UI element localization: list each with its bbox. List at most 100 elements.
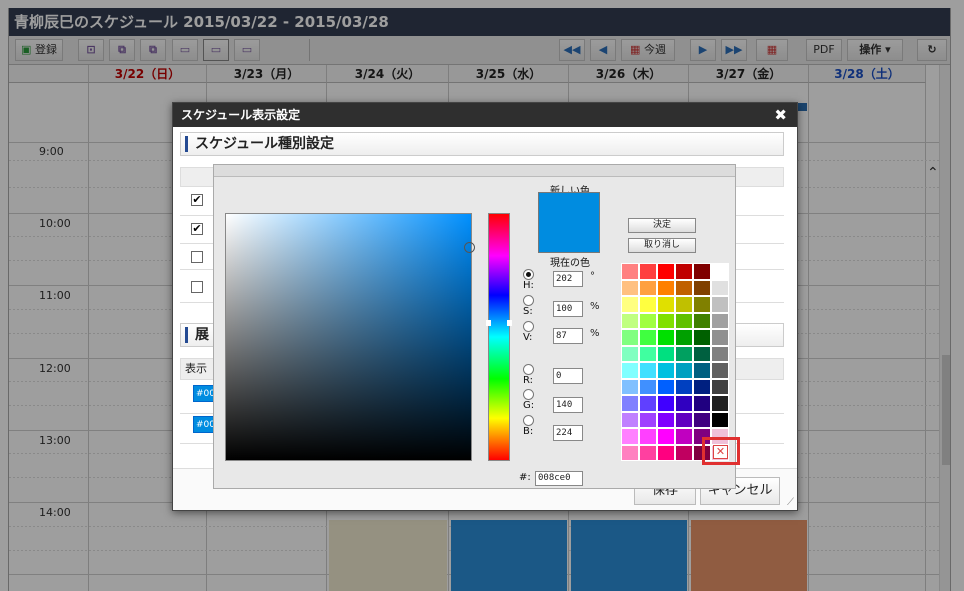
palette-swatch[interactable] [639,279,657,296]
palette-swatch[interactable] [657,428,675,445]
palette-swatch[interactable] [711,312,729,329]
type-checkbox[interactable]: ✔ [191,194,203,206]
palette-swatch[interactable] [675,411,693,428]
palette-swatch[interactable] [639,428,657,445]
no-color-icon[interactable]: ✕ [713,445,728,459]
palette-swatch[interactable] [693,378,711,395]
palette-swatch[interactable] [621,362,639,379]
palette-swatch[interactable] [657,378,675,395]
palette-swatch[interactable] [621,378,639,395]
hex-input[interactable]: 008ce0 [535,471,583,486]
palette-swatch[interactable] [675,296,693,313]
r-radio[interactable] [523,364,534,375]
palette-swatch[interactable] [693,312,711,329]
palette-swatch[interactable] [621,329,639,346]
palette-swatch[interactable] [657,444,675,461]
v-radio[interactable] [523,321,534,332]
b-label: B: [523,426,534,437]
display-header: 表示 [185,362,207,375]
palette-swatch[interactable] [657,411,675,428]
type-checkbox[interactable] [191,281,203,293]
palette-swatch[interactable] [693,362,711,379]
palette-swatch[interactable] [675,329,693,346]
palette-swatch[interactable] [711,395,729,412]
palette-swatch[interactable] [657,345,675,362]
palette-swatch[interactable] [675,279,693,296]
ok-button[interactable]: 決定 [628,218,696,233]
s-input[interactable]: 100 [553,301,583,317]
r-input[interactable]: 0 [553,368,583,384]
type-checkbox[interactable] [191,251,203,263]
palette-swatch[interactable] [639,362,657,379]
dialog-title: スケジュール表示設定 [181,108,301,122]
h-label: H: [523,280,534,291]
palette-swatch[interactable] [639,395,657,412]
palette-swatch[interactable] [693,411,711,428]
palette-swatch[interactable] [657,362,675,379]
b-input[interactable]: 224 [553,425,583,441]
h-input[interactable]: 202 [553,271,583,287]
palette-swatch[interactable] [693,296,711,313]
type-checkbox[interactable]: ✔ [191,223,203,235]
close-icon[interactable]: ✖ [774,103,787,127]
palette-swatch[interactable] [675,362,693,379]
g-radio[interactable] [523,389,534,400]
percent-unit: % [590,301,600,312]
current-color-label: 現在の色 [550,258,590,269]
palette-swatch[interactable] [711,329,729,346]
palette-swatch[interactable] [657,263,675,280]
palette-swatch[interactable] [621,263,639,280]
picker-cancel-button[interactable]: 取り消し [628,238,696,253]
s-radio[interactable] [523,295,534,306]
h-radio[interactable] [523,269,534,280]
palette-swatch[interactable] [675,395,693,412]
palette-swatch[interactable] [621,444,639,461]
palette-swatch[interactable] [711,345,729,362]
palette-swatch[interactable] [711,279,729,296]
palette-swatch[interactable] [711,296,729,313]
palette-swatch[interactable] [675,378,693,395]
palette-swatch[interactable] [621,411,639,428]
palette-swatch[interactable] [693,395,711,412]
palette-swatch[interactable] [693,279,711,296]
palette-swatch[interactable] [693,263,711,280]
palette-swatch[interactable] [657,279,675,296]
palette-swatch[interactable] [639,345,657,362]
palette-swatch[interactable] [621,345,639,362]
palette-swatch[interactable] [657,312,675,329]
palette-swatch[interactable] [675,345,693,362]
palette-swatch[interactable] [711,411,729,428]
hue-slider[interactable] [488,213,510,461]
palette-swatch[interactable] [621,312,639,329]
palette-swatch[interactable] [639,296,657,313]
palette-swatch[interactable] [639,444,657,461]
palette-swatch[interactable] [711,263,729,280]
palette-swatch[interactable] [675,444,693,461]
palette-swatch[interactable] [639,312,657,329]
v-input[interactable]: 87 [553,328,583,344]
palette-swatch[interactable] [657,296,675,313]
hue-slider-handle[interactable] [486,320,512,326]
palette-swatch[interactable] [621,279,639,296]
sv-marker[interactable] [464,242,475,253]
palette-swatch[interactable] [621,428,639,445]
saturation-value-area[interactable] [225,213,472,461]
palette-swatch[interactable] [711,378,729,395]
b-radio[interactable] [523,415,534,426]
palette-swatch[interactable] [621,296,639,313]
palette-swatch[interactable] [711,362,729,379]
palette-swatch[interactable] [621,395,639,412]
resize-handle-icon[interactable]: ⟋ [787,497,794,508]
palette-swatch[interactable] [675,312,693,329]
palette-swatch[interactable] [693,345,711,362]
g-input[interactable]: 140 [553,397,583,413]
palette-swatch[interactable] [639,411,657,428]
palette-swatch[interactable] [657,329,675,346]
palette-swatch[interactable] [657,395,675,412]
palette-swatch[interactable] [639,329,657,346]
palette-swatch[interactable] [639,263,657,280]
palette-swatch[interactable] [675,428,693,445]
palette-swatch[interactable] [693,329,711,346]
palette-swatch[interactable] [675,263,693,280]
palette-swatch[interactable] [639,378,657,395]
